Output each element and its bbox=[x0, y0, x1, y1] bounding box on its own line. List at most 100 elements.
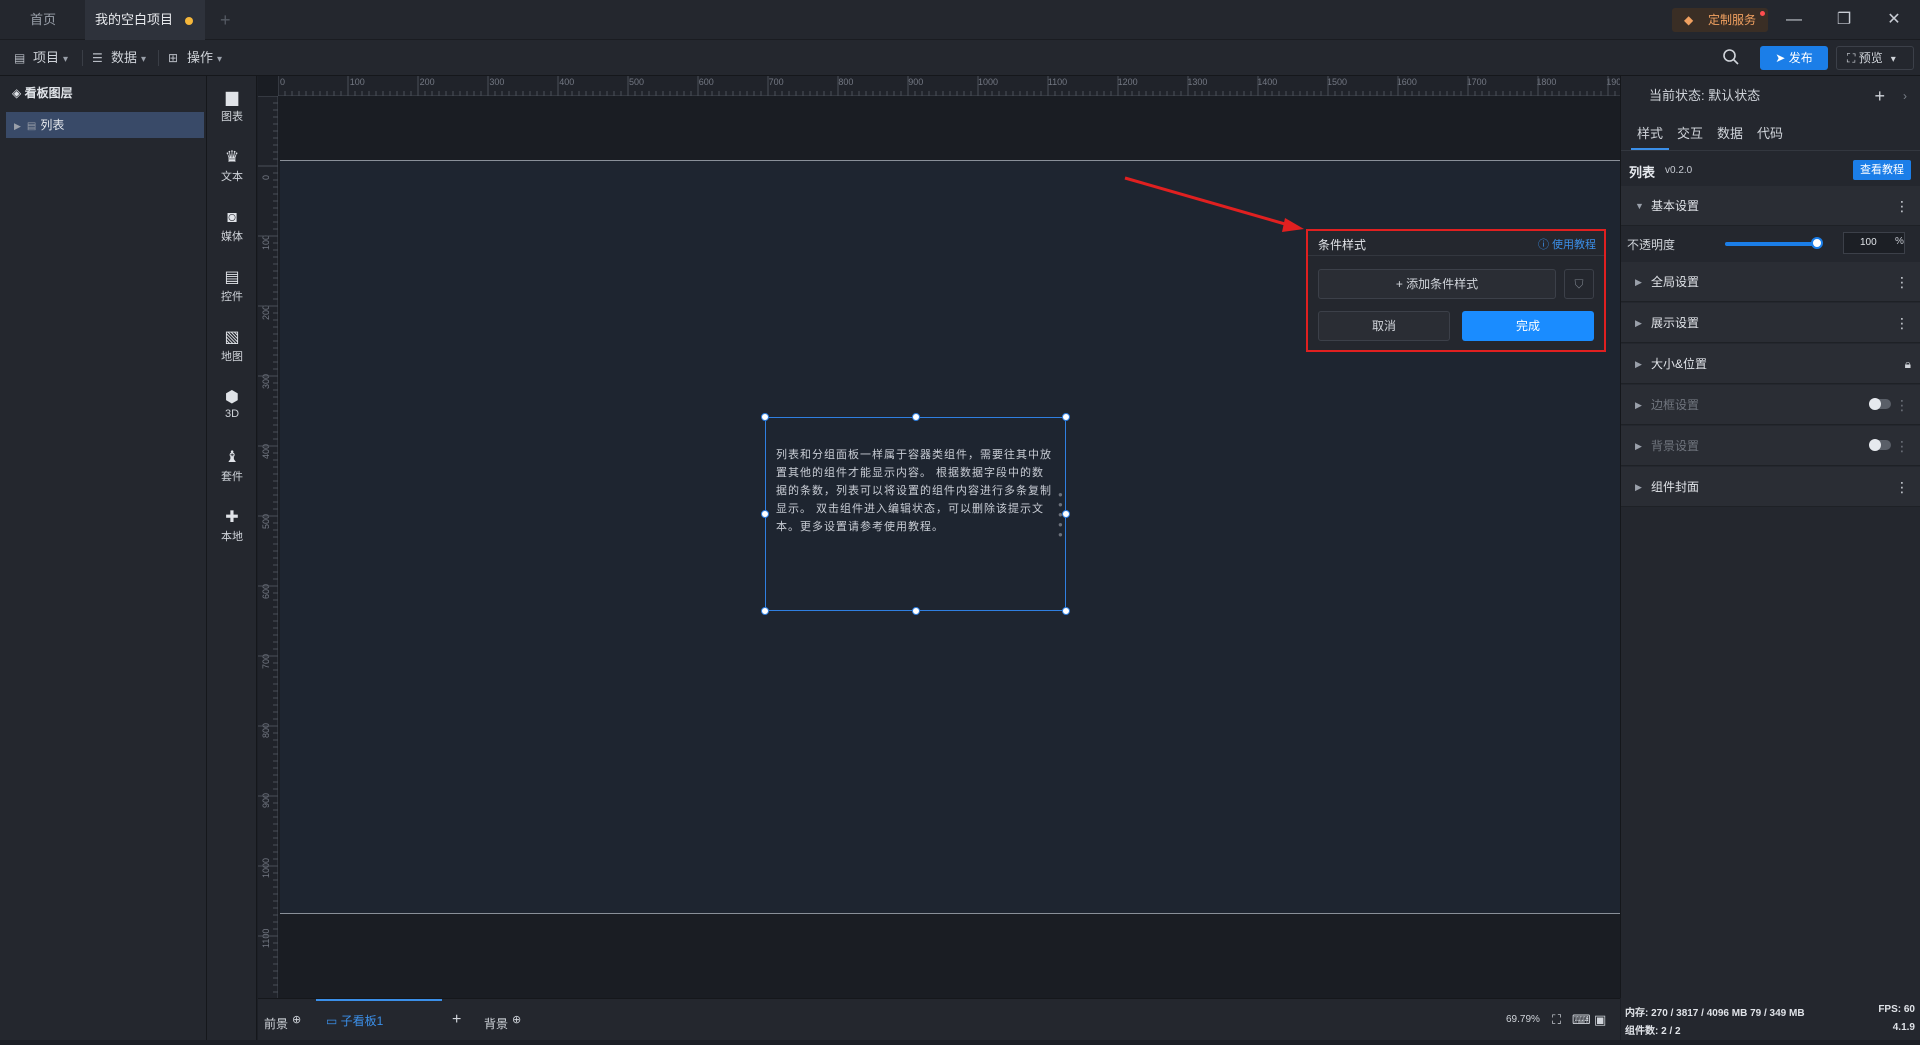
section-label: 大小&位置 bbox=[1651, 357, 1708, 371]
resize-handle[interactable] bbox=[1062, 413, 1070, 421]
section-background[interactable]: ▶ 背景设置 ⋮ bbox=[1621, 426, 1920, 466]
control-icon: ▤ bbox=[224, 269, 240, 286]
tab-interaction[interactable]: 交互 bbox=[1677, 124, 1703, 150]
section-border[interactable]: ▶ 边框设置 ⋮ bbox=[1621, 385, 1920, 425]
tab-project[interactable]: 我的空白项目 bbox=[85, 0, 205, 40]
custom-service-button[interactable]: ◆ 定制服务 bbox=[1672, 8, 1768, 32]
terminal-icon[interactable]: ▣ bbox=[1594, 999, 1606, 1041]
puzzle-icon: ✚ bbox=[225, 509, 239, 526]
gem-icon: ◆ bbox=[1684, 13, 1694, 27]
done-button[interactable]: 完成 bbox=[1462, 311, 1594, 341]
tab-home[interactable]: 首页 bbox=[20, 0, 90, 40]
menu-data-label: 数据 bbox=[111, 50, 138, 65]
menu-operation[interactable]: ⊞ 操作 ▾ bbox=[168, 40, 222, 76]
popup-help-link[interactable]: ⓘ 使用教程 bbox=[1538, 236, 1596, 252]
ruler-left[interactable]: 0 100 200 300 400 500 600 700 800 900 1000 1100 bbox=[258, 96, 278, 998]
add-condition-style-button[interactable]: + 添加条件样式 bbox=[1318, 269, 1556, 299]
opacity-unit: % bbox=[1895, 236, 1904, 247]
caret-right-icon: ▶ bbox=[14, 121, 21, 131]
sidebar-item-3d[interactable]: ⬢ 3D bbox=[207, 386, 257, 434]
keyboard-icon[interactable]: ⌨ bbox=[1572, 999, 1591, 1041]
preview-button[interactable]: ⛶ 预览 ▾ bbox=[1836, 46, 1914, 70]
sidebar-item-label: 套件 bbox=[221, 471, 243, 483]
more-icon[interactable]: ⋮ bbox=[1895, 467, 1909, 507]
restore-icon[interactable]: ❐ bbox=[1829, 8, 1859, 32]
sidebar-item-media[interactable]: ◙ 媒体 bbox=[207, 206, 257, 254]
sidebar-item-control[interactable]: ▤ 控件 bbox=[207, 266, 257, 314]
tab-background[interactable]: 背景 ⊕ bbox=[484, 999, 521, 1041]
canvas-area[interactable]: 0 100 200 300 400 500 600 700 800 900 1000 1100 1200… bbox=[258, 76, 1620, 998]
more-icon[interactable]: ⋮ bbox=[1895, 303, 1909, 343]
sidebar-item-text[interactable]: ♛ 文本 bbox=[207, 146, 257, 194]
tab-sub-board[interactable]: ▭ 子看板1 bbox=[316, 999, 442, 1041]
resize-handle[interactable] bbox=[912, 607, 920, 615]
tab-foreground[interactable]: 前景 ⊕ bbox=[264, 999, 301, 1041]
resize-handle[interactable] bbox=[761, 607, 769, 615]
version-label: 4.1.9 bbox=[1892, 1022, 1915, 1033]
zoom-level[interactable]: 69.79% bbox=[1506, 999, 1540, 1041]
section-global[interactable]: ▶ 全局设置 ⋮ bbox=[1621, 262, 1920, 302]
fullscreen-icon: ⛶ bbox=[1847, 51, 1859, 65]
resize-handle[interactable] bbox=[761, 510, 769, 518]
add-board-button[interactable]: + bbox=[452, 999, 461, 1041]
sidebar-item-map[interactable]: ▧ 地图 bbox=[207, 326, 257, 374]
divider bbox=[82, 50, 83, 66]
sidebar-item-local[interactable]: ✚ 本地 bbox=[207, 506, 257, 554]
tab-style[interactable]: 样式 bbox=[1631, 124, 1670, 150]
add-state-icon[interactable]: + bbox=[1874, 76, 1885, 116]
filter-button[interactable]: ⛉ bbox=[1564, 269, 1594, 299]
caret-right-icon: ▶ bbox=[1635, 318, 1642, 328]
more-icon[interactable]: ⋮ bbox=[1895, 426, 1909, 466]
tutorial-button[interactable]: 查看教程 bbox=[1853, 160, 1911, 180]
filter-icon: ⛉ bbox=[1574, 277, 1584, 291]
sidebar-item-kit[interactable]: ♝ 套件 bbox=[207, 446, 257, 494]
divider bbox=[1308, 255, 1604, 256]
tab-data[interactable]: 数据 bbox=[1717, 124, 1743, 150]
sidebar-item-chart[interactable]: ▆ 图表 bbox=[207, 86, 257, 134]
section-size-position[interactable]: ▶ 大小&位置 🔒︎ bbox=[1621, 344, 1920, 384]
section-label: 背景设置 bbox=[1651, 439, 1700, 453]
menu-project-label: 项目 bbox=[33, 50, 60, 65]
layers-title: 看板图层 bbox=[24, 86, 73, 100]
resize-handle[interactable] bbox=[761, 413, 769, 421]
layers-panel: ◈ 看板图层 ▶ ▤ 列表 bbox=[0, 76, 207, 1040]
fit-screen-icon[interactable]: ⛶ bbox=[1552, 999, 1561, 1041]
resize-handle[interactable] bbox=[1062, 607, 1070, 615]
more-icon[interactable]: ⋮ bbox=[1895, 186, 1909, 226]
background-toggle[interactable] bbox=[1869, 439, 1891, 451]
menu-project[interactable]: ▤ 项目 ▾ bbox=[14, 40, 68, 76]
ruler-top[interactable]: 0 100 200 300 400 500 600 700 800 900 1000 1100 1200… bbox=[278, 76, 1620, 96]
minimize-icon[interactable]: — bbox=[1779, 8, 1809, 32]
more-icon[interactable]: ⋮ bbox=[1895, 262, 1909, 302]
search-icon[interactable] bbox=[1722, 48, 1742, 68]
publish-button[interactable]: ➤ 发布 bbox=[1760, 46, 1828, 70]
more-icon[interactable]: ⋮ bbox=[1895, 385, 1909, 425]
caret-right-icon: ▶ bbox=[1635, 359, 1642, 369]
menu-data[interactable]: ☰ 数据 ▾ bbox=[92, 40, 146, 76]
chevron-right-icon[interactable]: › bbox=[1903, 76, 1907, 116]
drag-dots-icon[interactable]: ● ● ● ● ● bbox=[1058, 490, 1064, 540]
section-label: 边框设置 bbox=[1651, 398, 1700, 412]
section-basic[interactable]: ▼ 基本设置 ⋮ bbox=[1621, 186, 1920, 226]
section-label: 基本设置 bbox=[1651, 199, 1700, 213]
close-icon[interactable]: ✕ bbox=[1879, 8, 1909, 32]
add-tab-icon[interactable]: + bbox=[210, 0, 241, 40]
layer-item-list[interactable]: ▶ ▤ 列表 bbox=[6, 112, 204, 138]
current-state[interactable]: 当前状态: 默认状态 + › bbox=[1621, 76, 1920, 116]
current-state-label: 当前状态: 默认状态 bbox=[1649, 88, 1761, 103]
database-icon: ☰ bbox=[92, 51, 103, 65]
list-component[interactable]: 列表和分组面板一样属于容器类组件，需要往其中放置其他的组件才能显示内容。 根据数… bbox=[761, 413, 1070, 615]
section-display[interactable]: ▶ 展示设置 ⋮ bbox=[1621, 303, 1920, 343]
lock-icon[interactable]: 🔒︎ bbox=[1905, 344, 1911, 384]
border-toggle[interactable] bbox=[1869, 398, 1891, 410]
tab-foreground-label: 前景 bbox=[264, 1017, 289, 1031]
divider bbox=[1621, 150, 1920, 151]
monitor-icon: ▭ bbox=[326, 1014, 341, 1028]
resize-handle[interactable] bbox=[912, 413, 920, 421]
add-circle-icon: ⊕ bbox=[512, 1014, 522, 1026]
opacity-slider-thumb[interactable] bbox=[1811, 237, 1823, 249]
cancel-button[interactable]: 取消 bbox=[1318, 311, 1450, 341]
section-cover[interactable]: ▶ 组件封面 ⋮ bbox=[1621, 467, 1920, 507]
tab-code[interactable]: 代码 bbox=[1757, 124, 1783, 150]
chevron-down-icon: ▾ bbox=[63, 54, 69, 65]
